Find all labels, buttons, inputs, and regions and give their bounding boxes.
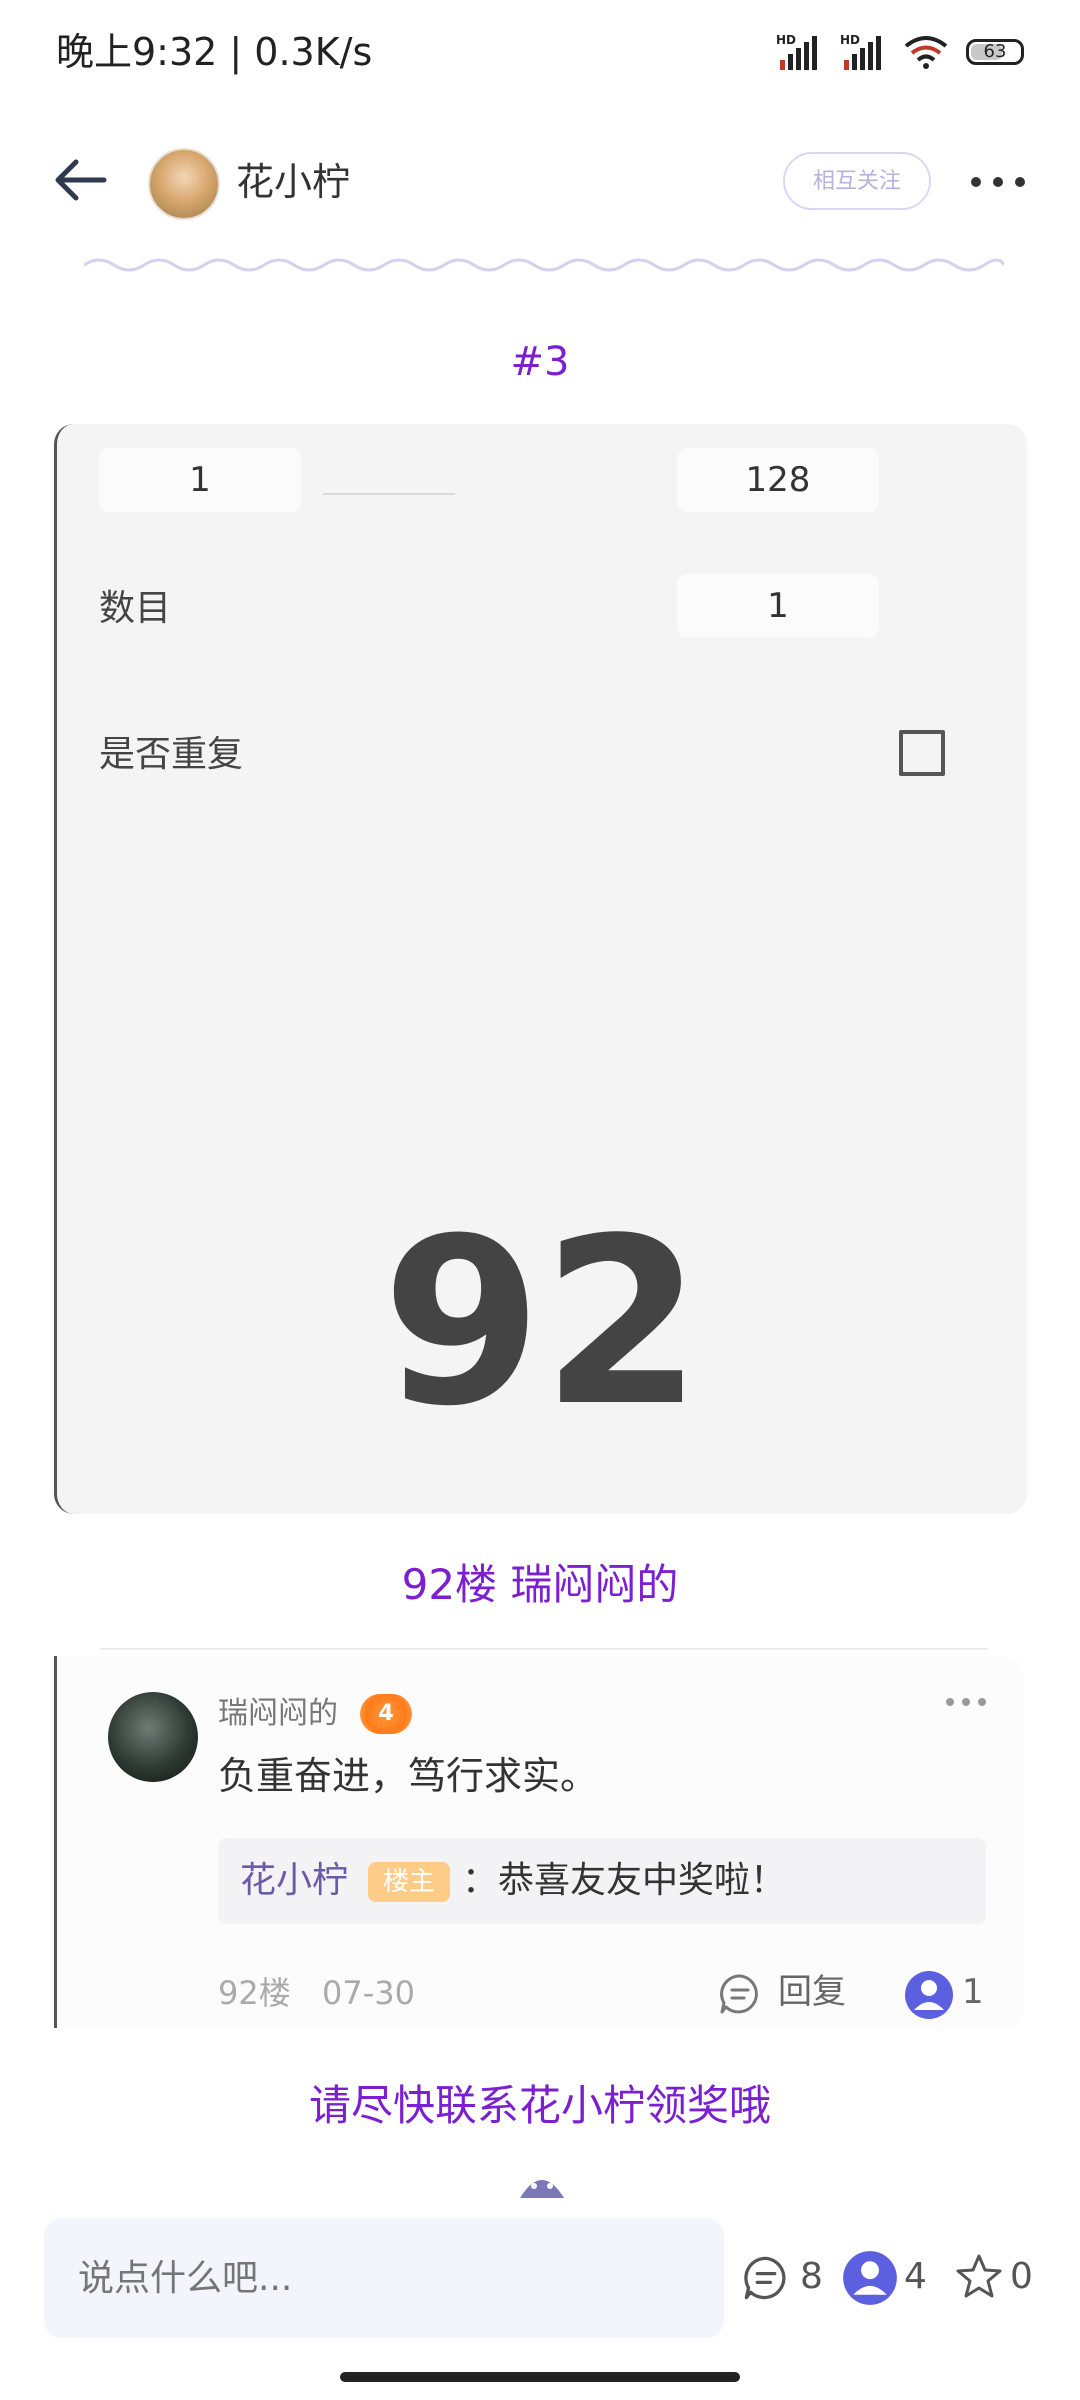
status-icons: HD HD 63 (776, 30, 1024, 74)
comment-text: 负重奋进，笃行求实。 (218, 1754, 599, 1798)
follow-button[interactable]: 相互关注 (783, 152, 931, 210)
like-icon[interactable] (842, 2250, 898, 2306)
floor-tag: #3 (510, 339, 570, 385)
signal-hd-label-1: HD (776, 33, 796, 47)
comment-date: 07-30 (322, 1974, 415, 2012)
home-indicator[interactable] (340, 2372, 740, 2382)
status-time: 晚上9:32 | 0.3K/s (56, 30, 373, 74)
contact-note: 请尽快联系花小柠领奖哦 (308, 2081, 771, 2130)
wave-divider (84, 258, 1004, 272)
author-avatar[interactable] (148, 148, 220, 220)
post-like-count: 4 (904, 2256, 927, 2297)
count-label: 数目 (99, 588, 172, 629)
comment-count: 8 (800, 2256, 823, 2297)
comment-floor: 92楼 (218, 1974, 291, 2012)
like-count: 1 (962, 1972, 984, 2012)
signal-hd-icon: HD (776, 33, 817, 70)
arrow-left-icon[interactable] (48, 148, 112, 212)
author-name[interactable]: 花小柠 (236, 152, 350, 212)
max-value-input[interactable]: 128 (677, 448, 879, 512)
commenter-avatar[interactable] (108, 1692, 198, 1782)
op-badge: 楼主 (368, 1862, 450, 1902)
battery-icon: 63 (966, 39, 1024, 65)
comment-icon[interactable] (742, 2254, 790, 2302)
reply-icon[interactable] (718, 1972, 762, 2016)
comment-input[interactable] (44, 2218, 724, 2338)
min-value: 1 (189, 460, 211, 500)
comment-more-icon[interactable] (944, 1692, 988, 1712)
signal-hd-label-2: HD (840, 33, 860, 47)
repeat-label: 是否重复 (99, 734, 244, 775)
random-result: 92 (381, 1190, 703, 1457)
level-badge: 4 (360, 1694, 412, 1734)
min-value-input[interactable]: 1 (99, 448, 301, 512)
repeat-checkbox[interactable] (899, 730, 945, 776)
star-count: 0 (1010, 2256, 1033, 2297)
quote-author[interactable]: 花小柠 (240, 1856, 348, 1906)
max-value: 128 (745, 460, 811, 500)
reply-button[interactable]: 回复 (778, 1968, 846, 2016)
more-dots-icon[interactable] (968, 162, 1028, 202)
random-number-card: 1 128 数目 1 是否重复 92 (54, 424, 1027, 1514)
range-separator (323, 493, 455, 495)
commenter-name[interactable]: 瑞闷闷的 (218, 1692, 338, 1736)
mascot-icon (520, 2180, 564, 2198)
star-icon[interactable] (954, 2252, 1004, 2302)
wifi-icon (904, 36, 948, 69)
quote-text: ：恭喜友友中奖啦！ (462, 1860, 787, 1901)
like-icon[interactable] (904, 1970, 954, 2020)
count-input[interactable]: 1 (677, 574, 879, 638)
signal-hd-icon: HD (840, 33, 881, 70)
count-value: 1 (767, 586, 789, 626)
winner-title: 92楼 瑞闷闷的 (401, 1560, 679, 1609)
comment-divider (100, 1648, 988, 1650)
